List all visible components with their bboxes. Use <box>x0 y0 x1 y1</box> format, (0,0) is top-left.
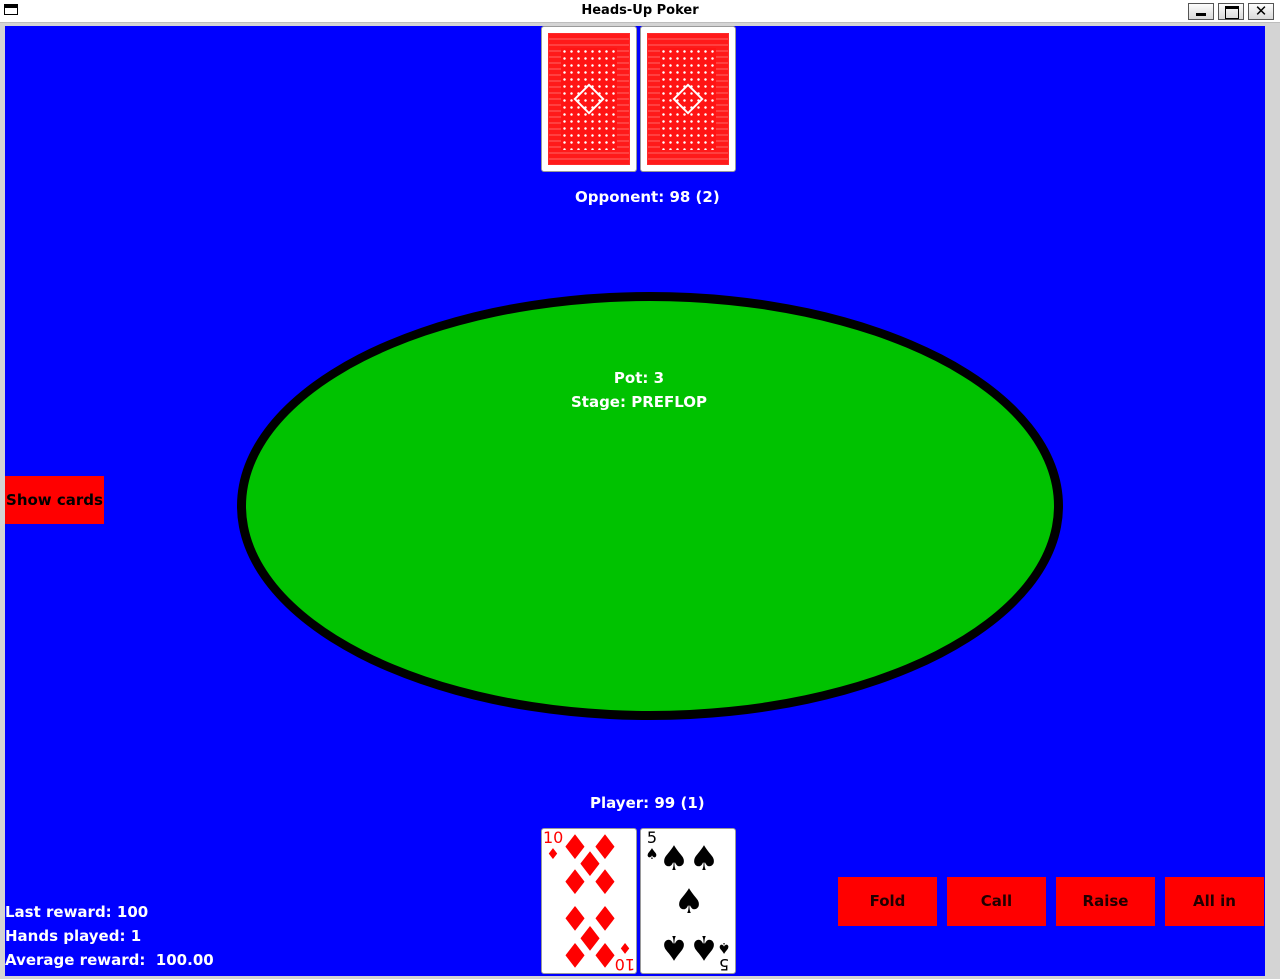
spade-icon: ♠ <box>688 927 720 967</box>
window-title-bar: Heads-Up Poker ✕ <box>0 0 1280 23</box>
maximize-icon[interactable] <box>1218 3 1244 20</box>
last-reward-label: Last reward: 100 <box>5 903 149 921</box>
diamond-icon: ♦ <box>559 934 591 974</box>
pot-label: Pot: 3 <box>613 369 665 387</box>
raise-button[interactable]: Raise <box>1056 877 1155 926</box>
spade-icon: ♠ <box>658 839 690 879</box>
player-card-5-spades: 5 ♠ 5 ♠ ♠ ♠ ♠ ♠ ♠ <box>640 828 736 974</box>
spade-icon: ♠ <box>658 927 690 967</box>
opponent-card-2 <box>640 26 736 172</box>
minimize-icon[interactable] <box>1188 3 1214 20</box>
show-cards-button[interactable]: Show cards <box>5 476 104 524</box>
call-button[interactable]: Call <box>947 877 1046 926</box>
diamond-icon: ♦ <box>559 863 591 903</box>
stage-label: Stage: PREFLOP <box>570 393 708 411</box>
spade-icon: ♠ <box>688 839 720 879</box>
fold-button[interactable]: Fold <box>838 877 937 926</box>
spade-icon: ♠ <box>673 882 705 922</box>
diamond-icon: ♦ <box>589 934 621 974</box>
all-in-button[interactable]: All in <box>1165 877 1264 926</box>
opponent-card-1 <box>541 26 637 172</box>
player-stack-label: Player: 99 (1) <box>590 794 705 812</box>
hands-played-label: Hands played: 1 <box>5 927 142 945</box>
diamond-icon: ♦ <box>589 863 621 903</box>
poker-felt <box>237 292 1063 720</box>
opponent-stack-label: Opponent: 98 (2) <box>575 188 720 206</box>
average-reward-label: Average reward: 100.00 <box>5 951 214 969</box>
player-card-10-diamonds: 10 ♦ 10 ♦ ♦ ♦ ♦ ♦ ♦ ♦ ♦ ♦ ♦ ♦ <box>541 828 637 974</box>
window-title: Heads-Up Poker <box>581 3 699 18</box>
game-table: Opponent: 98 (2) Pot: 3 Stage: PREFLOP S… <box>5 26 1265 976</box>
close-icon[interactable]: ✕ <box>1248 3 1274 20</box>
